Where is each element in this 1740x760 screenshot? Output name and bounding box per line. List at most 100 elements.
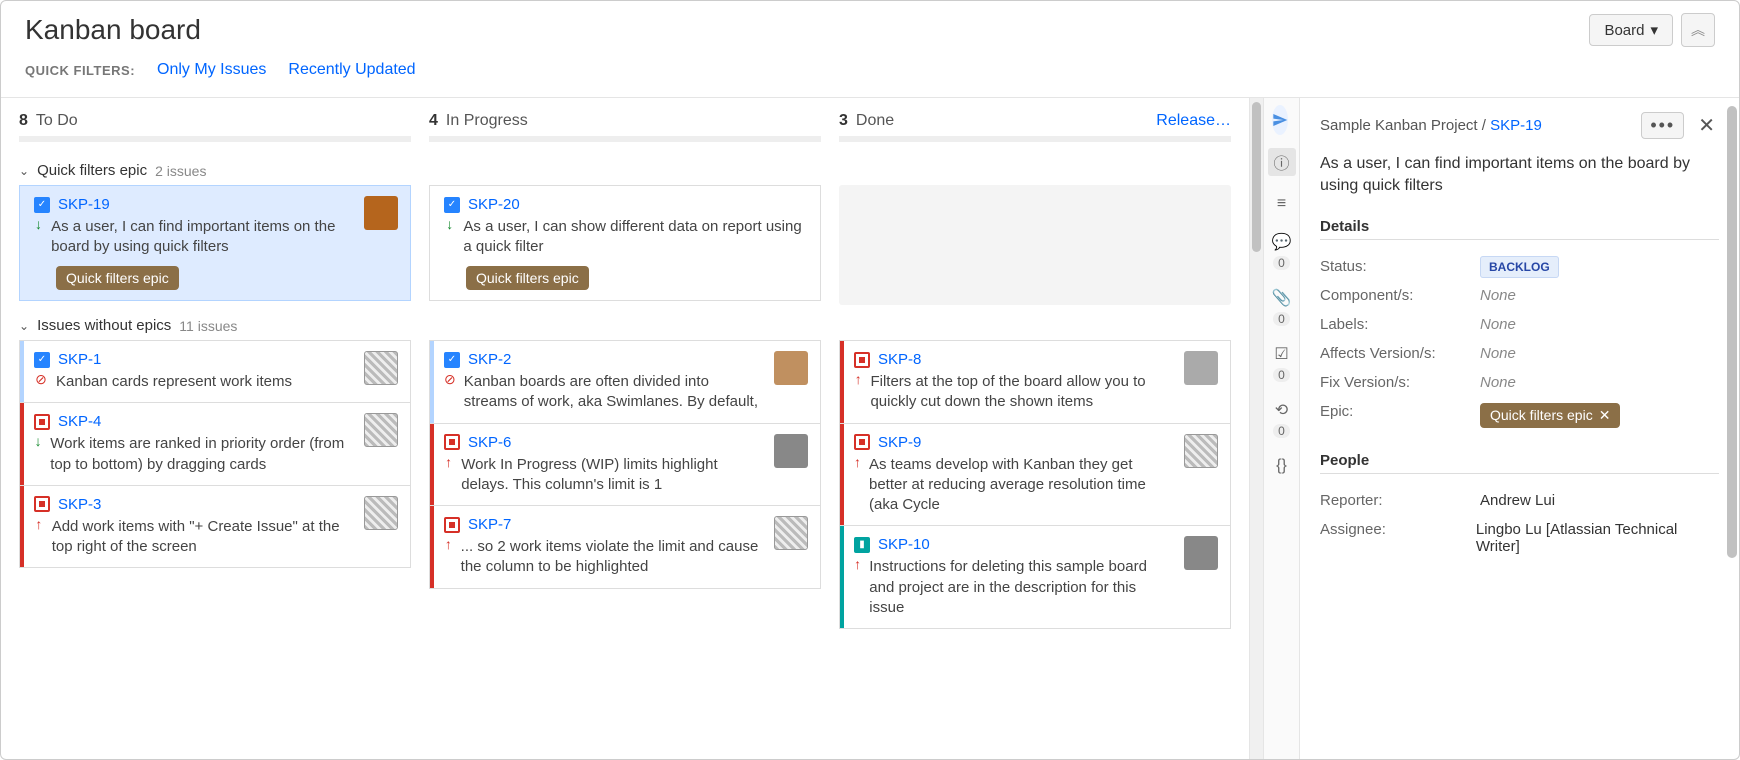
- issue-card[interactable]: ✓SKP-19↓As a user, I can find important …: [19, 185, 411, 301]
- scrollbar-thumb[interactable]: [1727, 106, 1737, 558]
- column-bar: [19, 136, 411, 142]
- attachments-tab-icon[interactable]: 📎: [1272, 288, 1292, 308]
- labels-label: Labels:: [1320, 316, 1480, 333]
- assignee-avatar[interactable]: [364, 351, 398, 385]
- scrollbar-thumb[interactable]: [1252, 102, 1261, 252]
- epic-badge[interactable]: Quick filters epic: [466, 266, 589, 290]
- fix-version-value[interactable]: None: [1480, 374, 1516, 391]
- status-badge[interactable]: BACKLOG: [1480, 256, 1559, 278]
- comments-tab-icon[interactable]: 💬: [1272, 232, 1292, 252]
- empty-drop-zone[interactable]: [839, 185, 1231, 305]
- chevron-down-icon: ⌄: [19, 164, 29, 178]
- swimlane-header[interactable]: ⌄Issues without epics11 issues: [19, 311, 1231, 340]
- project-avatar-icon[interactable]: [1272, 110, 1292, 130]
- column-header-done[interactable]: 3 Done Release…: [839, 112, 1231, 130]
- remove-epic-icon[interactable]: ✕: [1599, 407, 1611, 423]
- issue-key[interactable]: SKP-4: [58, 413, 101, 430]
- epic-badge[interactable]: Quick filters epic✕: [1480, 403, 1620, 428]
- labels-value[interactable]: None: [1480, 316, 1516, 333]
- worklog-tab-icon[interactable]: ⟲: [1272, 400, 1292, 420]
- swimlane-count: 2 issues: [155, 163, 206, 179]
- components-label: Component/s:: [1320, 287, 1480, 304]
- priority-icon: ⊘: [34, 372, 48, 386]
- project-name[interactable]: Sample Kanban Project: [1320, 117, 1478, 134]
- epic-label: Epic:: [1320, 403, 1480, 428]
- assignee-avatar[interactable]: [774, 516, 808, 550]
- issue-key-link[interactable]: SKP-19: [1490, 117, 1542, 134]
- details-section-title: Details: [1320, 218, 1719, 240]
- issue-key[interactable]: SKP-6: [468, 434, 511, 451]
- description-tab-icon[interactable]: ≡: [1272, 194, 1292, 214]
- dev-tab-icon[interactable]: {}: [1272, 456, 1292, 476]
- issue-key[interactable]: SKP-10: [878, 536, 930, 553]
- issue-card[interactable]: ▮SKP-10↑Instructions for deleting this s…: [839, 526, 1231, 629]
- issue-summary: Work items are ranked in priority order …: [50, 434, 354, 475]
- swimlane-header[interactable]: ⌄Quick filters epic2 issues: [19, 156, 1231, 185]
- issue-card[interactable]: ✓SKP-20↓As a user, I can show different …: [429, 185, 821, 301]
- board-dropdown[interactable]: Board ▾: [1589, 14, 1673, 46]
- issue-key[interactable]: SKP-9: [878, 434, 921, 451]
- issue-card[interactable]: SKP-7 ↑ ... so 2 work items violate the li…: [429, 506, 821, 589]
- components-value[interactable]: None: [1480, 287, 1516, 304]
- subtasks-tab-icon[interactable]: ☑: [1272, 344, 1292, 364]
- board-scrollbar[interactable]: [1249, 98, 1263, 759]
- collapse-panel-button[interactable]: ︽: [1681, 13, 1715, 47]
- issue-key[interactable]: SKP-7: [468, 516, 511, 533]
- issue-summary: ... so 2 work items violate the limit an…: [461, 537, 764, 578]
- issue-key[interactable]: SKP-20: [468, 196, 520, 213]
- bug-icon: [34, 496, 50, 512]
- assignee-avatar[interactable]: [364, 196, 398, 230]
- filter-only-my-issues[interactable]: Only My Issues: [157, 61, 266, 79]
- release-link[interactable]: Release…: [1156, 112, 1231, 130]
- detail-rail: ⓘ ≡ 💬 0 📎 0 ☑ 0 ⟲ 0 {}: [1263, 98, 1299, 759]
- issue-key[interactable]: SKP-8: [878, 351, 921, 368]
- affects-version-label: Affects Version/s:: [1320, 345, 1480, 362]
- issue-key[interactable]: SKP-19: [58, 196, 110, 213]
- issue-card[interactable]: ✓SKP-1⊘Kanban cards represent work items: [19, 340, 411, 403]
- bug-icon: [444, 434, 460, 450]
- priority-icon: ↓: [34, 217, 43, 231]
- issue-key[interactable]: SKP-3: [58, 496, 101, 513]
- assignee-avatar[interactable]: [774, 434, 808, 468]
- more-actions-button[interactable]: •••: [1641, 112, 1684, 139]
- priority-icon: ↑: [444, 537, 453, 551]
- assignee-value[interactable]: Lingbo Lu [Atlassian Technical Writer]: [1476, 521, 1719, 555]
- detail-scrollbar[interactable]: [1727, 106, 1737, 751]
- issue-card[interactable]: SKP-3 ↑ Add work items with "+ Create Issu…: [19, 486, 411, 569]
- assignee-avatar[interactable]: [1184, 434, 1218, 468]
- filter-recently-updated[interactable]: Recently Updated: [288, 61, 415, 79]
- board-dropdown-label: Board: [1604, 22, 1644, 39]
- assignee-avatar[interactable]: [364, 413, 398, 447]
- reporter-value[interactable]: Andrew Lui: [1480, 492, 1555, 509]
- issue-card[interactable]: SKP-8↑Filters at the top of the board al…: [839, 340, 1231, 424]
- issue-card[interactable]: SKP-6↑Work In Progress (WIP) limits high…: [429, 424, 821, 507]
- issue-key[interactable]: SKP-2: [468, 351, 511, 368]
- epic-badge[interactable]: Quick filters epic: [56, 266, 179, 290]
- quick-filters-label: QUICK FILTERS:: [25, 63, 135, 78]
- attachments-count-badge: 0: [1273, 312, 1290, 326]
- issue-summary: Add work items with "+ Create Issue" at …: [52, 517, 354, 558]
- column-header-in-progress[interactable]: 4 In Progress: [429, 112, 821, 130]
- chevron-down-icon: ▾: [1650, 21, 1658, 39]
- people-section-title: People: [1320, 452, 1719, 474]
- close-panel-button[interactable]: ✕: [1694, 113, 1719, 138]
- assignee-avatar[interactable]: [774, 351, 808, 385]
- issue-summary: As teams develop with Kanban they get be…: [869, 455, 1174, 516]
- affects-version-value[interactable]: None: [1480, 345, 1516, 362]
- assignee-avatar[interactable]: [1184, 351, 1218, 385]
- assignee-label: Assignee:: [1320, 521, 1476, 555]
- priority-icon: ↑: [854, 557, 861, 571]
- issue-card[interactable]: SKP-4↓Work items are ranked in priority …: [19, 403, 411, 486]
- column-header-todo[interactable]: 8 To Do: [19, 112, 411, 130]
- issue-card[interactable]: ✓SKP-2⊘Kanban boards are often divided i…: [429, 340, 821, 424]
- issue-card[interactable]: SKP-9↑As teams develop with Kanban they …: [839, 424, 1231, 527]
- priority-icon: ↑: [34, 517, 44, 531]
- issue-key[interactable]: SKP-1: [58, 351, 101, 368]
- assignee-avatar[interactable]: [1184, 536, 1218, 570]
- details-tab-icon[interactable]: ⓘ: [1268, 148, 1296, 176]
- column-name: In Progress: [446, 112, 528, 130]
- issue-summary: As a user, I can show different data on …: [463, 217, 808, 258]
- double-chevron-up-icon: ︽: [1691, 20, 1705, 40]
- assignee-avatar[interactable]: [364, 496, 398, 530]
- priority-icon: ⊘: [444, 372, 456, 386]
